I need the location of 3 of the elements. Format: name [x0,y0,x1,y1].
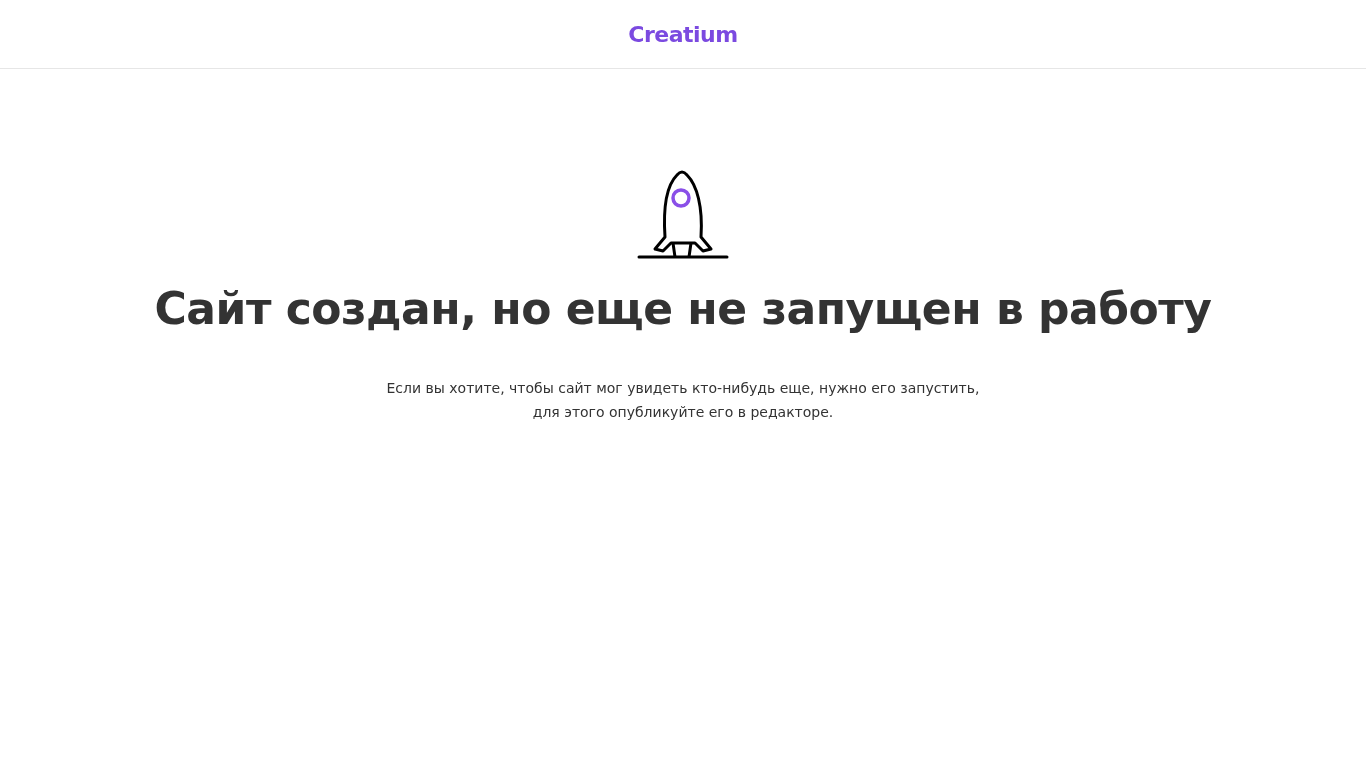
page-heading: Сайт создан, но еще не запущен в работу [154,283,1212,334]
description-text: Если вы хотите, чтобы сайт мог увидеть кто-нибудь еще, нужно его запустить, для этого опубликуйте его в редакторе. [385,379,981,422]
logo[interactable]: Creatium [628,21,738,47]
